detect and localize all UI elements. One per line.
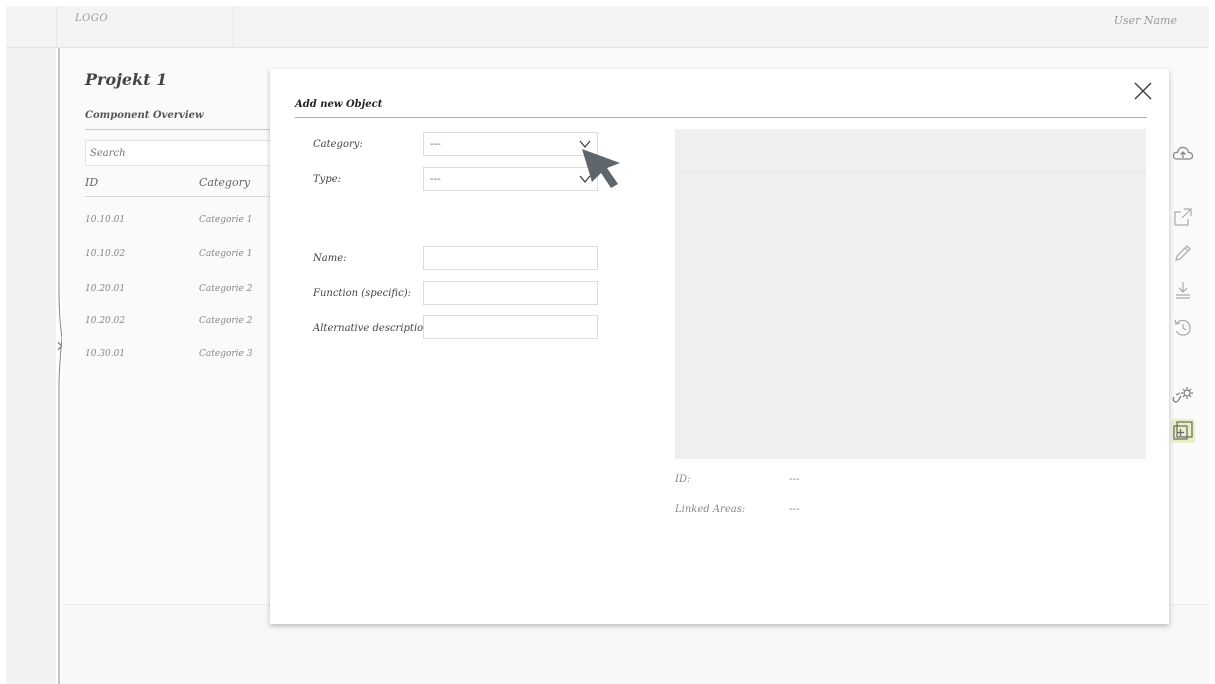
add-object-modal: Add new Object Category: --- Type: --- N… bbox=[270, 69, 1169, 624]
linked-areas-value: --- bbox=[789, 504, 800, 515]
edit-icon[interactable] bbox=[1171, 241, 1195, 265]
cell-id: 10.30.01 bbox=[85, 349, 126, 359]
add-object-icon[interactable] bbox=[1171, 419, 1195, 443]
cell-category: Categorie 1 bbox=[199, 249, 253, 259]
modal-title-divider bbox=[295, 117, 1147, 118]
cloud-upload-icon[interactable] bbox=[1171, 141, 1195, 165]
external-link-icon[interactable] bbox=[1171, 205, 1195, 229]
section-divider bbox=[85, 129, 275, 130]
project-title: Projekt 1 bbox=[85, 70, 168, 89]
alt-description-field[interactable] bbox=[423, 315, 598, 339]
table-row[interactable]: 10.30.01 Categorie 3 bbox=[85, 349, 275, 369]
category-select[interactable]: --- bbox=[423, 132, 598, 156]
preview-divider bbox=[675, 172, 1146, 173]
category-label: Category: bbox=[313, 139, 363, 150]
id-label: ID: bbox=[675, 474, 691, 485]
column-header-id[interactable]: ID bbox=[85, 176, 98, 189]
cell-category: Categorie 3 bbox=[199, 349, 253, 359]
function-field[interactable] bbox=[423, 281, 598, 305]
name-field[interactable] bbox=[423, 246, 598, 270]
top-bar bbox=[6, 6, 1209, 48]
history-icon[interactable] bbox=[1171, 316, 1195, 340]
cell-id: 10.20.01 bbox=[85, 284, 126, 294]
category-value: --- bbox=[430, 139, 441, 150]
cell-id: 10.20.02 bbox=[85, 316, 126, 326]
column-header-category[interactable]: Category bbox=[199, 176, 250, 189]
alt-description-label: Alternative description: bbox=[313, 323, 433, 334]
mouse-cursor-icon bbox=[582, 149, 620, 188]
name-label: Name: bbox=[313, 253, 347, 264]
linked-areas-label: Linked Areas: bbox=[675, 504, 746, 515]
section-label: Component Overview bbox=[85, 110, 204, 121]
table-row[interactable]: 10.10.01 Categorie 1 bbox=[85, 215, 275, 235]
table-row[interactable]: 10.20.02 Categorie 2 bbox=[85, 316, 275, 336]
cell-id: 10.10.01 bbox=[85, 215, 126, 225]
type-select[interactable]: --- bbox=[423, 167, 598, 191]
close-icon[interactable] bbox=[1129, 77, 1157, 105]
table-row[interactable]: 10.10.02 Categorie 1 bbox=[85, 249, 275, 269]
image-preview bbox=[675, 129, 1146, 459]
table-row[interactable]: 10.20.01 Categorie 2 bbox=[85, 284, 275, 304]
search-input[interactable] bbox=[85, 140, 275, 166]
user-name[interactable]: User Name bbox=[1114, 14, 1177, 27]
logo: LOGO bbox=[75, 13, 109, 24]
cell-category: Categorie 1 bbox=[199, 215, 253, 225]
link-settings-icon[interactable] bbox=[1171, 382, 1195, 406]
type-value: --- bbox=[430, 174, 441, 185]
type-label: Type: bbox=[313, 174, 342, 185]
table-header-divider bbox=[85, 196, 275, 197]
cell-category: Categorie 2 bbox=[199, 284, 253, 294]
download-icon[interactable] bbox=[1171, 278, 1195, 302]
function-label: Function (specific): bbox=[313, 288, 411, 299]
cell-id: 10.10.02 bbox=[85, 249, 126, 259]
modal-title: Add new Object bbox=[295, 99, 383, 110]
cell-category: Categorie 2 bbox=[199, 316, 253, 326]
left-rail bbox=[6, 48, 56, 684]
id-value: --- bbox=[789, 474, 800, 485]
